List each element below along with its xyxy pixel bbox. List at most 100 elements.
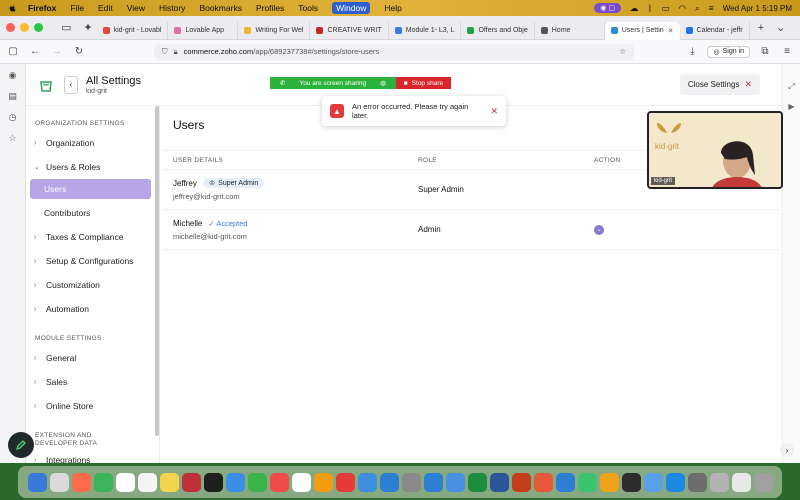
dock-app-icon[interactable] [313,472,333,492]
sidebar-scrollbar[interactable] [155,106,159,436]
dock-app-icon[interactable] [335,472,355,492]
edit-fab-button[interactable] [8,432,34,458]
search-icon[interactable]: ⌕ [695,3,700,14]
battery-icon[interactable]: ▭ [662,3,670,14]
dock-app-icon[interactable] [379,472,399,492]
bluetooth-icon[interactable]: ᛒ [647,3,652,13]
browser-tab[interactable]: Module 1- L3, L [389,21,462,40]
sidebar-item-organization[interactable]: › Organization [26,131,159,155]
bookmark-star-icon[interactable]: ☆ [619,47,626,56]
chevron-right-icon[interactable]: › [780,443,794,457]
phone-icon[interactable]: ✆ [280,79,285,87]
pause-icon[interactable]: ◍ [380,79,386,87]
dock-app-icon[interactable] [533,472,553,492]
dock-app-icon[interactable] [357,472,377,492]
dock-app-icon[interactable] [181,472,201,492]
reload-icon[interactable]: ↻ [72,45,86,59]
sync-icon[interactable]: ▤ [8,91,17,102]
zoom-window-button[interactable] [34,23,43,32]
dock-app-icon[interactable] [93,472,113,492]
menu-edit[interactable]: Edit [98,3,113,13]
cloud-icon[interactable]: ☁ [630,3,639,14]
browser-tab[interactable]: Writing For Wel [238,21,311,40]
close-tab-icon[interactable]: ✕ [668,27,674,35]
dock-app-icon[interactable] [423,472,443,492]
dock-app-icon[interactable] [137,472,157,492]
dock-app-icon[interactable] [247,472,267,492]
url-bar[interactable]: ⛉ 🔒︎ commerce.zoho.com/app/689237738#/se… [154,43,634,60]
browser-tab[interactable]: Calendar - jeffr [680,21,750,40]
dock-app-icon[interactable] [731,472,751,492]
tab-overview-icon[interactable]: ▭ [57,21,75,34]
dock-app-icon[interactable] [225,472,245,492]
dock-app-icon[interactable] [27,472,47,492]
browser-tab[interactable]: Offers and Obje [461,21,535,40]
ai-chat-icon[interactable]: ◉ [9,70,17,81]
close-window-button[interactable] [6,23,15,32]
dock-app-icon[interactable] [687,472,707,492]
forward-arrow-icon[interactable]: → [50,45,64,59]
sidebar-item-automation[interactable]: › Automation [26,297,159,321]
dock-app-icon[interactable] [511,472,531,492]
history-icon[interactable]: ◷ [9,112,17,123]
action-dropdown-button[interactable]: ⌄ [594,224,604,235]
dock-app-icon[interactable] [577,472,597,492]
sidebar-item-customization[interactable]: › Customization [26,273,159,297]
apple-icon[interactable] [8,3,18,13]
dock-app-icon[interactable] [291,472,311,492]
menu-help[interactable]: Help [384,3,401,13]
menu-tools[interactable]: Tools [298,3,318,13]
sidebar-item-contributors[interactable]: Contributors [26,201,159,225]
browser-tab[interactable]: Home [535,21,605,40]
dock-app-icon[interactable] [269,472,289,492]
dock-app-icon[interactable] [621,472,641,492]
browser-tab[interactable]: kid-grit - Lovabl [97,21,169,40]
sidebar-item-users-roles[interactable]: ⌄ Users & Roles [26,155,159,179]
video-panel-icon[interactable]: ▶ [788,102,794,111]
browser-tab[interactable]: Users | Settin ✕ [604,21,680,40]
sidebar-item-general[interactable]: › General [26,346,159,370]
dock-app-icon[interactable] [753,472,773,492]
stop-share-button[interactable]: ■ Stop share [395,77,452,89]
menu-bookmarks[interactable]: Bookmarks [199,3,242,13]
lock-icon[interactable]: 🔒︎ [174,47,178,57]
sidebar-toggle-icon[interactable]: ▢ [6,45,20,59]
close-settings-button[interactable]: Close Settings ✕ [679,74,760,95]
video-call-overlay[interactable]: kid-grit kid-grit [647,111,783,189]
browser-tab[interactable]: Lovable App [168,21,239,40]
dock-app-icon[interactable] [665,472,685,492]
dock-app-icon[interactable] [115,472,135,492]
menu-history[interactable]: History [159,3,185,13]
extension-tab-icon[interactable]: ✦ [79,21,96,34]
menu-view[interactable]: View [127,3,145,13]
downloads-icon[interactable]: ⤓ [685,45,699,59]
dock-app-icon[interactable] [489,472,509,492]
bookmarks-icon[interactable]: ☆ [8,133,16,144]
dock-app-icon[interactable] [159,472,179,492]
dock-app-icon[interactable] [71,472,91,492]
dock-app-icon[interactable] [445,472,465,492]
dock-app-icon[interactable] [467,472,487,492]
browser-tab[interactable]: CREATIVE WRIT [310,21,389,40]
dock-app-icon[interactable] [401,472,421,492]
table-row[interactable]: Michelle ✓ Accepted michelle@kid-grit.com… [162,210,780,250]
sidebar-item-integrations[interactable]: › Integrations [26,448,159,463]
menubar-clock[interactable]: Wed Apr 1 5:19 PM [723,4,792,13]
dismiss-toast-button[interactable]: ✕ [490,106,498,117]
wifi-icon[interactable]: ◠ [679,3,686,14]
extensions-icon[interactable]: ⧉ [758,45,772,59]
dock-app-icon[interactable] [49,472,69,492]
sidebar-item-taxes[interactable]: › Taxes & Compliance [26,225,159,249]
sidebar-item-online-store[interactable]: › Online Store [26,394,159,418]
sign-in-button[interactable]: ◎ Sign in [707,45,750,58]
sidebar-item-sales[interactable]: › Sales [26,370,159,394]
sidebar-item-setup[interactable]: › Setup & Configurations [26,249,159,273]
dock-app-icon[interactable] [709,472,729,492]
sidebar-item-users[interactable]: Users [30,179,151,199]
control-center-icon[interactable]: ≡ [709,3,714,13]
dock-app-icon[interactable] [555,472,575,492]
expand-icon[interactable]: ⤢ [788,82,794,92]
menu-app-firefox[interactable]: Firefox [28,3,56,13]
menu-file[interactable]: File [70,3,84,13]
dock-app-icon[interactable] [203,472,223,492]
